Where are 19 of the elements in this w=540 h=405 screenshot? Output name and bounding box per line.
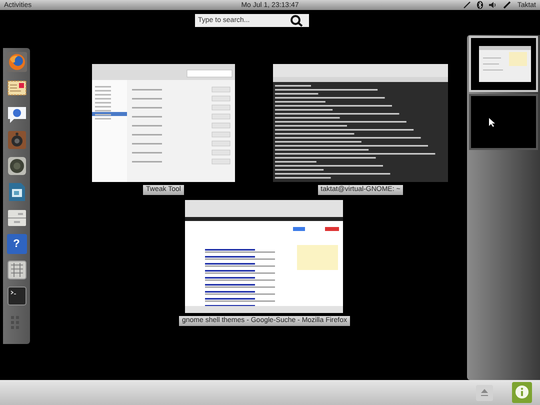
chat-bubble-icon[interactable] [6,104,26,124]
volume-icon[interactable] [489,1,498,9]
window-thumbnail[interactable] [273,64,448,182]
window-thumbnail[interactable] [185,200,344,313]
webcam-icon[interactable] [6,156,26,176]
terminal-icon[interactable] [6,286,26,306]
speaker-icon[interactable] [6,130,26,150]
eject-icon[interactable] [476,384,493,400]
workspace-thumbnail[interactable] [469,94,538,150]
envelope-icon[interactable] [6,78,26,98]
pointer-icon [489,118,495,127]
search-icon [290,14,304,26]
document-icon[interactable] [6,182,26,202]
drawer-icon[interactable] [6,208,26,228]
window-thumbnail[interactable] [92,64,235,182]
info-icon[interactable] [512,382,532,403]
bluetooth-icon[interactable] [477,1,484,9]
browser-icon[interactable] [6,52,26,72]
help-icon[interactable]: ? [6,234,26,254]
